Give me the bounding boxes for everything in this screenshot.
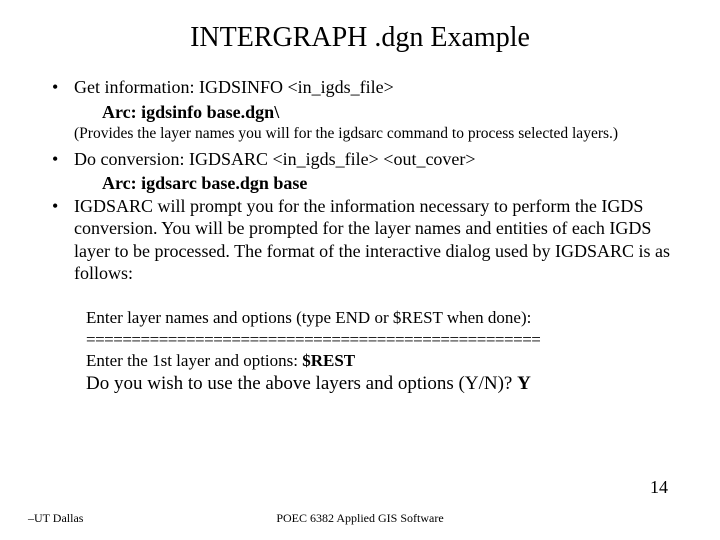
page-number: 14 — [650, 477, 668, 498]
dialog-line-1: Enter layer names and options (type END … — [86, 307, 660, 329]
bullet-item-2: Do conversion: IGDSARC <in_igds_file> <o… — [52, 148, 680, 171]
dialog-line-3-answer: Y — [517, 373, 531, 394]
bullet-1-command: Arc: igdsinfo base.dgn\ — [40, 101, 680, 124]
bullet-1-note: (Provides the layer names you will for t… — [40, 125, 680, 144]
bullet-list: Get information: IGDSINFO <in_igds_file> — [52, 76, 680, 99]
dialog-block: Enter layer names and options (type END … — [40, 307, 680, 397]
dialog-line-3-prompt: Do you wish to use the above layers and … — [86, 373, 517, 394]
bullet-list-2: Do conversion: IGDSARC <in_igds_file> <o… — [52, 148, 680, 171]
slide-title: INTERGRAPH .dgn Example — [40, 22, 680, 54]
dialog-line-3: Do you wish to use the above layers and … — [86, 372, 660, 396]
footer-center: POEC 6382 Applied GIS Software — [0, 511, 720, 526]
slide: INTERGRAPH .dgn Example Get information:… — [0, 0, 720, 540]
bullet-1-text: Get information: IGDSINFO <in_igds_file> — [74, 77, 394, 97]
bullet-item-3: IGDSARC will prompt you for the informat… — [52, 195, 680, 285]
dialog-line-2-answer: $REST — [302, 351, 355, 370]
dialog-line-2-prompt: Enter the 1st layer and options: — [86, 351, 302, 370]
bullet-item-1: Get information: IGDSINFO <in_igds_file> — [52, 76, 680, 99]
bullet-2-command: Arc: igdsarc base.dgn base — [40, 172, 680, 195]
bullet-2-text: Do conversion: IGDSARC <in_igds_file> <o… — [74, 149, 476, 169]
bullet-3-text: IGDSARC will prompt you for the informat… — [74, 196, 670, 284]
bullet-list-3: IGDSARC will prompt you for the informat… — [52, 195, 680, 285]
dialog-line-2: Enter the 1st layer and options: $REST — [86, 350, 660, 372]
dialog-separator: ========================================… — [86, 329, 660, 351]
